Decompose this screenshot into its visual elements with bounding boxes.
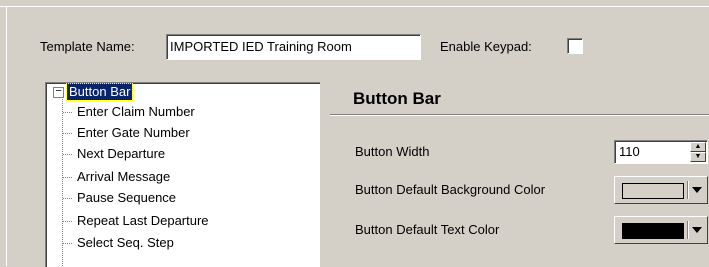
text-color-label: Button Default Text Color (355, 222, 500, 237)
frame-edge (0, 6, 709, 7)
panel-header: Button Bar (330, 82, 709, 115)
bg-color-label: Button Default Background Color (355, 182, 546, 197)
button-tree: − Button Bar Enter Claim Number Enter Ga… (45, 82, 320, 267)
enable-keypad-checkbox[interactable] (567, 38, 583, 54)
text-color-picker[interactable] (614, 216, 708, 244)
button-width-label: Button Width (355, 144, 430, 159)
tree-item[interactable]: Enter Gate Number (63, 124, 190, 142)
button-width-input[interactable]: 110 ▲ ▼ (614, 140, 708, 164)
tree-item[interactable]: Pause Sequence (63, 189, 176, 207)
bg-color-picker[interactable] (614, 176, 708, 204)
template-name-label: Template Name: (40, 39, 135, 54)
bg-color-swatch (622, 183, 684, 199)
button-width-spinner[interactable]: ▲ ▼ (690, 142, 706, 162)
chevron-down-icon (692, 227, 702, 233)
tree-item[interactable]: Arrival Message (63, 168, 170, 186)
collapse-icon[interactable]: − (53, 87, 64, 98)
tree-item[interactable]: Select Seq. Step (63, 234, 174, 252)
panel-title: Button Bar (353, 89, 441, 108)
template-name-input[interactable]: IMPORTED IED Training Room (166, 34, 421, 60)
button-width-value: 110 (619, 144, 640, 159)
text-color-swatch (622, 223, 684, 239)
tree-item[interactable]: Repeat Last Departure (63, 212, 209, 230)
chevron-down-icon (692, 187, 702, 193)
tree-item-button-bar[interactable]: Button Bar (65, 83, 134, 101)
frame-edge (6, 6, 7, 266)
up-arrow-icon[interactable]: ▲ (690, 142, 706, 152)
tree-item[interactable]: Enter Claim Number (63, 103, 195, 121)
tree-item[interactable]: Next Departure (63, 145, 165, 163)
down-arrow-icon[interactable]: ▼ (690, 152, 706, 162)
enable-keypad-label: Enable Keypad: (440, 39, 532, 54)
